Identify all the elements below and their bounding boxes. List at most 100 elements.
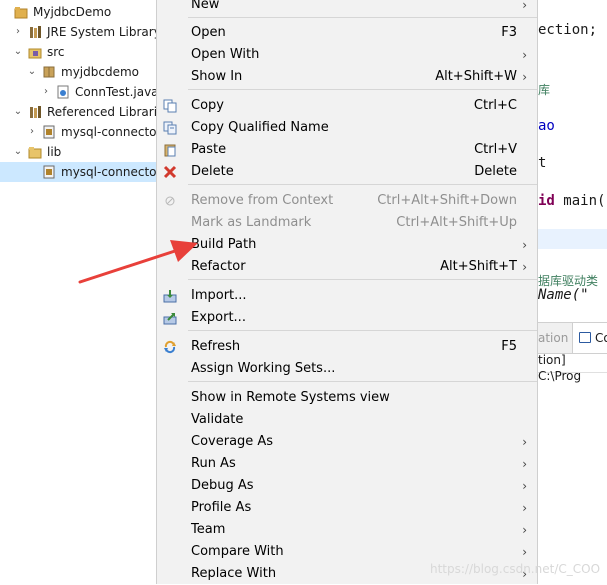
submenu-arrow-icon: ›	[522, 435, 527, 449]
menu-item-export[interactable]: Export...	[157, 307, 537, 329]
menu-item-label: Run As	[191, 456, 236, 471]
current-line-highlight	[538, 229, 607, 249]
menu-separator	[188, 184, 537, 185]
code-line: ao	[538, 118, 555, 134]
panel-tab-partial[interactable]: ation	[538, 331, 568, 345]
chevron-icon[interactable]: ›	[40, 82, 52, 102]
menu-item-shortcut: F5	[501, 339, 517, 354]
menu-item-label: Paste	[191, 142, 227, 157]
menu-item-copy-qualified-name[interactable]: Copy Qualified Name	[157, 117, 537, 139]
tab-console-label: Co	[595, 331, 607, 345]
menu-item-label: Copy Qualified Name	[191, 120, 329, 135]
menu-item-label: Build Path	[191, 237, 257, 252]
menu-item-copy[interactable]: Copy Ctrl+C	[157, 95, 537, 117]
menu-item-shortcut: Alt+Shift+T	[440, 259, 517, 274]
jar-icon	[42, 165, 56, 179]
context-menu: New › Open F3 Open With › Show In Alt+Shift+W › C…	[156, 0, 538, 584]
watermark: https://blog.csdn.net/C_COO	[430, 562, 601, 576]
chevron-icon[interactable]: ›	[26, 122, 38, 142]
chevron-icon[interactable]: ›	[12, 22, 24, 42]
submenu-arrow-icon: ›	[522, 545, 527, 559]
tree-item[interactable]: mysql-connector-	[0, 162, 156, 182]
menu-item-label: Open	[191, 25, 226, 40]
menu-item-label: Copy	[191, 98, 224, 113]
menu-item-label: New	[191, 0, 220, 12]
menu-separator	[188, 279, 537, 280]
menu-item-assign-working-sets[interactable]: Assign Working Sets...	[157, 358, 537, 380]
menu-item-label: Import...	[191, 288, 247, 303]
menu-item-label: Show in Remote Systems view	[191, 390, 390, 405]
tree-item-label: myjdbcdemo	[61, 65, 139, 79]
menu-item-label: Debug As	[191, 478, 254, 493]
menu-item-team[interactable]: Team ›	[157, 519, 537, 541]
menu-item-run-as[interactable]: Run As ›	[157, 453, 537, 475]
tree-item-label: mysql-connector-	[61, 125, 156, 139]
menu-item-refresh[interactable]: Refresh F5	[157, 336, 537, 358]
menu-item-shortcut: F3	[501, 25, 517, 40]
tab-console[interactable]: Co	[572, 323, 607, 353]
java-file-icon	[56, 85, 70, 99]
menu-separator	[188, 89, 537, 90]
code-text: main(	[554, 193, 606, 209]
menu-item-profile-as[interactable]: Profile As ›	[157, 497, 537, 519]
menu-item-open[interactable]: Open F3	[157, 22, 537, 44]
export-icon	[163, 311, 177, 325]
tree-item-label: JRE System Library [J	[47, 25, 156, 39]
tree-item-label: MyjdbcDemo	[33, 5, 112, 19]
menu-item-show-in-remote-systems-view[interactable]: Show in Remote Systems view	[157, 387, 537, 409]
menu-item-compare-with[interactable]: Compare With ›	[157, 541, 537, 563]
menu-item-delete[interactable]: Delete Delete	[157, 161, 537, 183]
menu-item-import[interactable]: Import...	[157, 285, 537, 307]
chevron-icon[interactable]: ⌄	[12, 142, 24, 162]
menu-item-debug-as[interactable]: Debug As ›	[157, 475, 537, 497]
menu-item-show-in[interactable]: Show In Alt+Shift+W ›	[157, 66, 537, 88]
chevron-icon[interactable]: ⌄	[26, 62, 38, 82]
copy-qualified-icon	[163, 121, 177, 135]
menu-item-open-with[interactable]: Open With ›	[157, 44, 537, 66]
remove-context-icon	[163, 194, 177, 208]
menu-item-build-path[interactable]: Build Path ›	[157, 234, 537, 256]
code-comment: 库	[538, 83, 551, 97]
chevron-icon[interactable]: ⌄	[12, 42, 24, 62]
delete-icon	[163, 165, 177, 179]
menu-separator	[188, 381, 537, 382]
menu-item-remove-from-context: Remove from Context Ctrl+Alt+Shift+Down	[157, 190, 537, 212]
menu-separator	[188, 17, 537, 18]
import-icon	[163, 289, 177, 303]
menu-item-paste[interactable]: Paste Ctrl+V	[157, 139, 537, 161]
menu-item-label: Remove from Context	[191, 193, 334, 208]
menu-item-label: Assign Working Sets...	[191, 361, 336, 376]
submenu-arrow-icon: ›	[522, 70, 527, 84]
folder-icon	[28, 145, 42, 159]
console-icon	[579, 332, 591, 343]
refresh-icon	[163, 340, 177, 354]
menu-item-label: Profile As	[191, 500, 252, 515]
menu-item-shortcut: Delete	[474, 164, 517, 179]
menu-item-coverage-as[interactable]: Coverage As ›	[157, 431, 537, 453]
submenu-arrow-icon: ›	[522, 501, 527, 515]
submenu-arrow-icon: ›	[522, 48, 527, 62]
submenu-arrow-icon: ›	[522, 523, 527, 537]
menu-item-label: Show In	[191, 69, 243, 84]
jar-icon	[42, 125, 56, 139]
menu-item-label: Open With	[191, 47, 260, 62]
code-line: t	[538, 155, 547, 171]
menu-item-label: Mark as Landmark	[191, 215, 312, 230]
menu-item-label: Compare With	[191, 544, 284, 559]
source-folder-icon	[28, 45, 42, 59]
menu-item-new[interactable]: New ›	[157, 0, 537, 16]
menu-item-label: Export...	[191, 310, 246, 325]
tree-item-label: mysql-connector-	[61, 165, 156, 179]
tree-item-label: Referenced Libraries	[47, 105, 156, 119]
submenu-arrow-icon: ›	[522, 0, 527, 12]
menu-item-label: Team	[191, 522, 226, 537]
library-icon	[28, 105, 42, 119]
code-line: ection;	[538, 22, 598, 38]
menu-item-refactor[interactable]: Refactor Alt+Shift+T ›	[157, 256, 537, 278]
chevron-icon[interactable]: ⌄	[12, 102, 24, 122]
package-icon	[42, 65, 56, 79]
tree-item-label: lib	[47, 145, 62, 159]
package-explorer: MyjdbcDemo › JRE System Library [J ⌄ src ⌄ myj…	[0, 0, 156, 584]
menu-item-validate[interactable]: Validate	[157, 409, 537, 431]
menu-item-shortcut: Ctrl+Alt+Shift+Up	[396, 215, 517, 230]
